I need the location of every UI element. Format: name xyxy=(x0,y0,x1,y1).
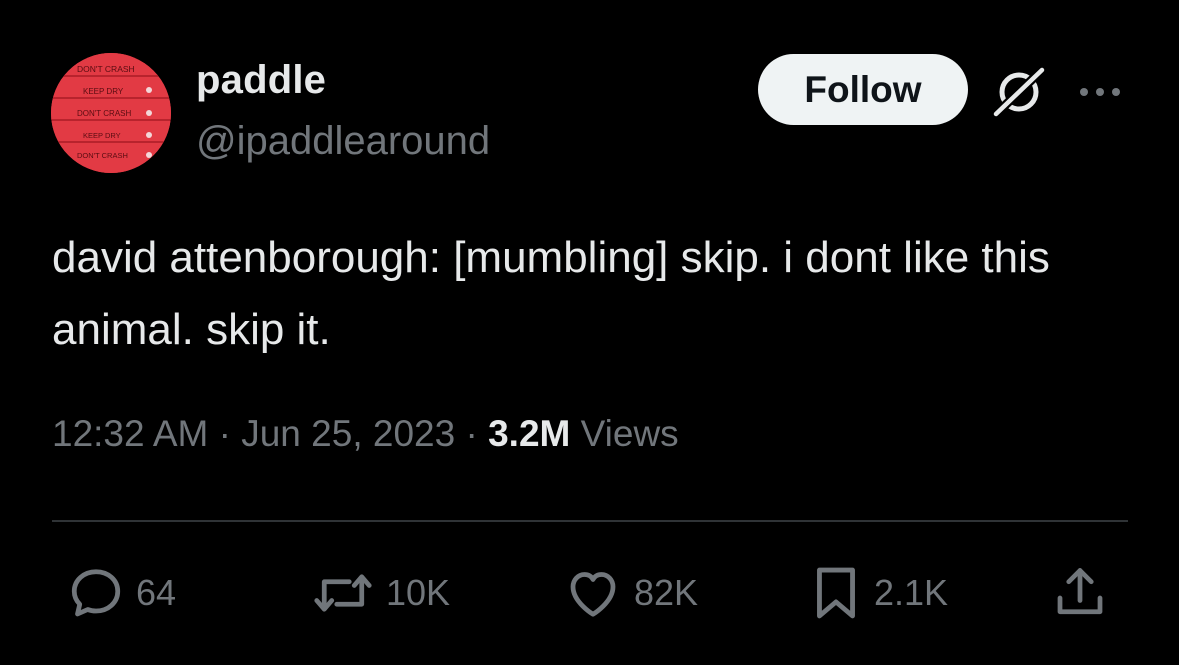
avatar-line-4: KEEP DRY xyxy=(83,131,121,140)
meta-separator: · xyxy=(465,413,478,454)
bookmark-count: 2.1K xyxy=(874,572,949,613)
tweet-time[interactable]: 12:32 AM xyxy=(52,413,208,454)
views-label: Views xyxy=(580,413,679,454)
bookmark-icon xyxy=(817,567,855,619)
avatar-line-5: DON'T CRASH xyxy=(77,151,128,160)
reply-button[interactable]: 64 xyxy=(66,560,176,626)
reply-count: 64 xyxy=(136,572,177,613)
avatar-line-1: DON'T CRASH xyxy=(77,64,135,74)
repost-count: 10K xyxy=(386,572,451,613)
tweet-date[interactable]: Jun 25, 2023 xyxy=(241,413,455,454)
like-button[interactable]: 82K xyxy=(562,560,698,626)
meta-separator: · xyxy=(218,413,231,454)
repost-button[interactable]: 10K xyxy=(310,560,450,626)
display-name[interactable]: paddle xyxy=(196,58,326,103)
more-icon[interactable] xyxy=(1076,84,1124,100)
avatar-line-3: DON'T CRASH xyxy=(77,109,131,118)
tweet-meta: 12:32 AM · Jun 25, 2023 · 3.2M Views xyxy=(52,413,679,455)
divider xyxy=(52,520,1128,522)
follow-button[interactable]: Follow xyxy=(758,54,968,125)
share-button[interactable] xyxy=(1050,560,1110,626)
like-count: 82K xyxy=(634,572,699,613)
heart-icon xyxy=(570,572,616,617)
views-count: 3.2M xyxy=(488,413,571,454)
tweet-text: david attenborough: [mumbling] skip. i d… xyxy=(52,233,1050,354)
grok-icon[interactable] xyxy=(990,64,1048,120)
reply-icon xyxy=(71,569,121,617)
user-handle[interactable]: @ipaddlearound xyxy=(196,119,490,164)
avatar-line-2: KEEP DRY xyxy=(83,87,124,96)
repost-icon xyxy=(314,574,372,612)
avatar[interactable]: DON'T CRASH KEEP DRY DON'T CRASH KEEP DR… xyxy=(51,53,171,173)
bookmark-button[interactable]: 2.1K xyxy=(808,560,948,626)
share-icon xyxy=(1057,568,1103,615)
